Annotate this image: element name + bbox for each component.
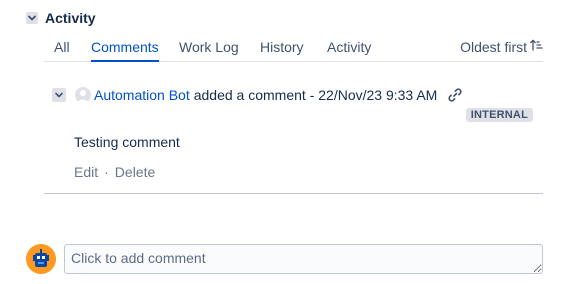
comment-item: Automation Bot added a comment - 22/Nov/…: [44, 70, 543, 194]
chevron-down-icon[interactable]: [26, 12, 38, 24]
sort-ascending-icon: [529, 37, 543, 57]
comment-action-text: added a comment - 22/Nov/23 9:33 AM: [193, 87, 438, 103]
add-comment-row: [26, 244, 543, 284]
activity-section-header[interactable]: Activity: [26, 8, 96, 28]
chevron-down-icon: [55, 92, 63, 98]
comment-body: Testing comment: [74, 134, 180, 150]
comment-actions: Edit · Delete: [74, 164, 155, 180]
add-comment-input[interactable]: [64, 244, 543, 274]
tab-all[interactable]: All: [54, 37, 70, 57]
delete-comment-link[interactable]: Delete: [115, 164, 155, 180]
user-silhouette-icon: [77, 90, 89, 103]
comment-author-link[interactable]: Automation Bot: [94, 87, 190, 103]
edit-comment-link[interactable]: Edit: [74, 164, 98, 180]
tab-activity[interactable]: Activity: [327, 37, 371, 57]
sort-order-button[interactable]: Oldest first: [460, 37, 543, 57]
collapse-comment-button[interactable]: [52, 88, 66, 102]
comment-header: Automation Bot added a comment - 22/Nov/…: [52, 85, 463, 105]
robot-avatar-icon: [33, 249, 49, 267]
tab-work-log[interactable]: Work Log: [179, 37, 239, 57]
section-title: Activity: [45, 10, 96, 26]
visibility-badge: INTERNAL: [465, 108, 533, 122]
link-icon[interactable]: [447, 87, 463, 103]
tab-comments[interactable]: Comments: [91, 37, 159, 62]
current-user-avatar[interactable]: [26, 244, 56, 274]
tab-history[interactable]: History: [260, 37, 304, 57]
activity-tabs: All Comments Work Log History Activity O…: [44, 35, 543, 62]
action-separator: ·: [104, 164, 109, 180]
sort-label: Oldest first: [460, 39, 527, 55]
author-avatar[interactable]: [75, 87, 91, 103]
